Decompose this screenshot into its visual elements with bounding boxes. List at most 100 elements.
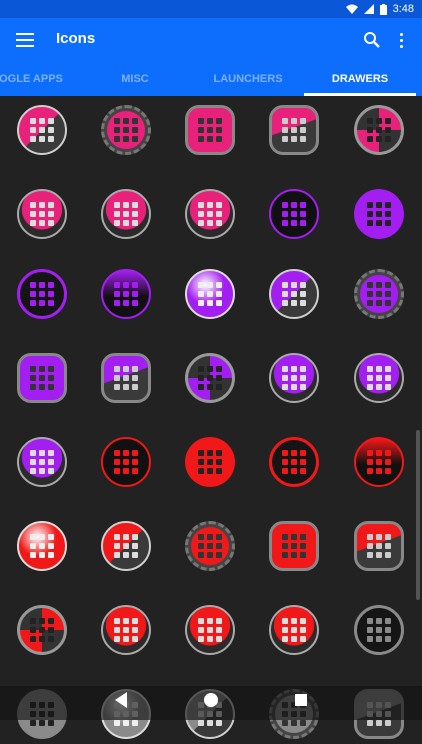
drawer-icon-face — [185, 437, 235, 487]
purple-gear-drawer-icon[interactable] — [349, 264, 409, 324]
grid-dots-icon — [114, 202, 138, 226]
purple-rounded-drawer-icon[interactable] — [12, 348, 72, 408]
tab-drawers[interactable]: DRAWERS — [304, 62, 416, 96]
grid-dots-icon — [114, 534, 138, 558]
red-fan-drawer-icon[interactable] — [12, 600, 72, 660]
grid-dots-icon — [367, 282, 391, 306]
recents-icon[interactable] — [276, 686, 326, 720]
drawer-icon-face — [101, 189, 151, 239]
grid-dots-icon — [198, 618, 222, 642]
purple-glossy-dark-drawer-icon[interactable] — [96, 264, 156, 324]
grid-dots-icon — [282, 450, 306, 474]
pink-split-drawer-icon[interactable] — [12, 100, 72, 160]
purple-black-ring-drawer-icon[interactable] — [12, 264, 72, 324]
drawer-icon-face — [354, 269, 404, 319]
drawer-icon-face — [17, 437, 67, 487]
drawer-icon-face — [354, 521, 404, 571]
battery-icon — [379, 3, 387, 15]
grid-dots-icon — [282, 366, 306, 390]
red-glossy-dark-drawer-icon[interactable] — [349, 432, 409, 492]
drawer-icon-face — [354, 437, 404, 487]
grid-dots-icon — [30, 450, 54, 474]
gray-ring-drawer-icon[interactable] — [349, 600, 409, 660]
signal-icon — [363, 4, 374, 14]
purple-fan-drawer-icon[interactable] — [180, 348, 240, 408]
pink-gear-drawer-icon[interactable] — [96, 100, 156, 160]
red-split-drawer-icon[interactable] — [96, 516, 156, 576]
drawer-icon-face — [269, 189, 319, 239]
red-flat-drawer-icon[interactable] — [180, 432, 240, 492]
grid-dots-icon — [198, 118, 222, 142]
purple-pedestal-drawer-icon[interactable] — [264, 348, 324, 408]
grid-dots-icon — [367, 202, 391, 226]
drawer-icon-face — [185, 189, 235, 239]
page-title: Icons — [56, 30, 96, 47]
pink-rounded-drawer-icon[interactable] — [180, 100, 240, 160]
grid-dots-icon — [282, 534, 306, 558]
drawer-icon-face — [101, 269, 151, 319]
drawer-icon-face — [101, 105, 151, 155]
drawer-icon-face — [269, 605, 319, 655]
pink-split-pedestal-drawer-icon[interactable] — [96, 184, 156, 244]
tab-google-apps[interactable]: OGLE APPS — [0, 62, 68, 96]
drawer-icon-face — [17, 269, 67, 319]
tab-misc[interactable]: MISC — [100, 62, 170, 96]
purple-wave-drawer-icon[interactable] — [96, 348, 156, 408]
drawer-icon-face — [354, 189, 404, 239]
red-wave-drawer-icon[interactable] — [349, 516, 409, 576]
scrollbar[interactable] — [416, 430, 420, 600]
drawer-icon-face — [17, 189, 67, 239]
purple-dark-pedestal-drawer-icon[interactable] — [12, 432, 72, 492]
purple-split-drawer-icon[interactable] — [264, 264, 324, 324]
pink-dark-pedestal-drawer-icon[interactable] — [180, 184, 240, 244]
red-black-ring-drawer-icon[interactable] — [264, 432, 324, 492]
grid-dots-icon — [30, 366, 54, 390]
icon-grid — [0, 96, 422, 739]
red-pedestal-drawer-icon[interactable] — [96, 600, 156, 660]
purple-split-pedestal-drawer-icon[interactable] — [349, 348, 409, 408]
search-icon[interactable] — [362, 30, 382, 50]
drawer-icon-face — [354, 353, 404, 403]
drawer-icon-face — [17, 521, 67, 571]
tab-bar: OGLE APPS MISC LAUNCHERS DRAWERS — [0, 62, 422, 96]
tab-launchers[interactable]: LAUNCHERS — [206, 62, 290, 96]
grid-dots-icon — [30, 282, 54, 306]
pink-fan-drawer-icon[interactable] — [349, 100, 409, 160]
drawer-icon-face — [185, 521, 235, 571]
purple-glossy-drawer-icon[interactable] — [180, 264, 240, 324]
more-vert-icon[interactable] — [395, 30, 407, 50]
wifi-icon — [345, 4, 358, 14]
pink-wave-drawer-icon[interactable] — [264, 100, 324, 160]
grid-dots-icon — [282, 282, 306, 306]
home-icon[interactable] — [186, 686, 236, 720]
red-ring-drawer-icon[interactable] — [96, 432, 156, 492]
status-bar: 3:48 — [0, 0, 422, 18]
grid-dots-icon — [114, 618, 138, 642]
drawer-icon-face — [101, 605, 151, 655]
red-split-pedestal-drawer-icon[interactable] — [180, 600, 240, 660]
drawer-icon-face — [185, 105, 235, 155]
grid-dots-icon — [30, 618, 54, 642]
drawer-icon-face — [269, 269, 319, 319]
drawer-icon-face — [269, 437, 319, 487]
pink-pedestal-drawer-icon[interactable] — [12, 184, 72, 244]
grid-dots-icon — [114, 366, 138, 390]
app-bar: Icons OGLE APPS MISC LAUNCHERS DRAWERS — [0, 18, 422, 96]
grid-dots-icon — [198, 282, 222, 306]
purple-flat-drawer-icon[interactable] — [349, 184, 409, 244]
drawer-icon-face — [269, 521, 319, 571]
drawer-icon-face — [185, 269, 235, 319]
menu-icon[interactable] — [16, 33, 34, 47]
back-icon[interactable] — [96, 686, 146, 720]
drawer-icon-face — [17, 605, 67, 655]
red-rounded-drawer-icon[interactable] — [264, 516, 324, 576]
red-dark-pedestal-drawer-icon[interactable] — [264, 600, 324, 660]
drawer-icon-face — [269, 105, 319, 155]
drawer-icon-face — [269, 353, 319, 403]
navigation-bar — [0, 686, 422, 720]
red-gear-drawer-icon[interactable] — [180, 516, 240, 576]
drawer-icon-face — [17, 353, 67, 403]
purple-ring-drawer-icon[interactable] — [264, 184, 324, 244]
red-glossy-drawer-icon[interactable] — [12, 516, 72, 576]
grid-dots-icon — [282, 202, 306, 226]
